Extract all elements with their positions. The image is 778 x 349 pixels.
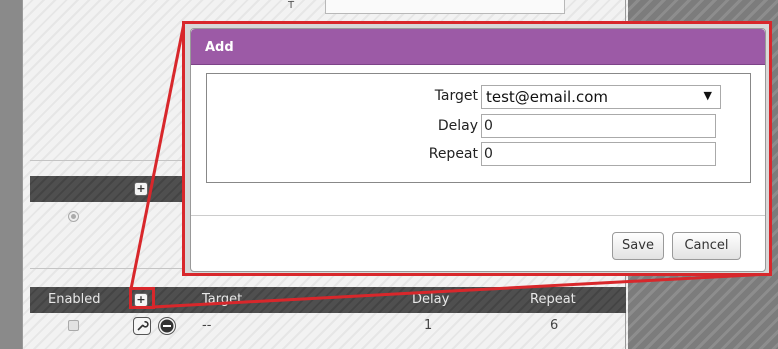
dialog-title: Add <box>205 40 234 55</box>
repeat-label: Repeat <box>428 146 478 162</box>
row-radio[interactable] <box>68 211 79 222</box>
add-dialog: Add Target test@email.com ▼ Delay Repeat… <box>190 28 766 272</box>
delay-input[interactable] <box>481 114 716 138</box>
left-gutter <box>0 0 22 349</box>
dialog-form: Target test@email.com ▼ Delay Repeat <box>206 73 751 183</box>
top-field-label: T <box>288 0 295 11</box>
minus-circle-icon[interactable] <box>158 317 176 335</box>
callout-highlight <box>129 287 155 309</box>
triangle-down-icon: ▼ <box>703 89 712 102</box>
row-target: -- <box>202 318 212 333</box>
cancel-button[interactable]: Cancel <box>672 232 741 260</box>
table-row: -- 1 6 <box>30 315 626 337</box>
wrench-icon[interactable] <box>133 317 151 335</box>
dialog-separator <box>191 215 765 216</box>
target-select[interactable]: test@email.com ▼ <box>481 85 721 109</box>
header-repeat: Repeat <box>530 292 576 307</box>
delay-label: Delay <box>437 118 478 134</box>
header-target: Target <box>202 292 243 307</box>
save-button[interactable]: Save <box>612 232 664 260</box>
target-label: Target <box>434 88 478 104</box>
header-delay: Delay <box>412 292 450 307</box>
table-header-bar: Enabled + Target Delay Repeat <box>30 287 626 313</box>
repeat-input[interactable] <box>481 142 716 166</box>
enabled-checkbox[interactable] <box>68 320 79 331</box>
row-repeat: 6 <box>550 318 559 333</box>
add-icon[interactable]: + <box>134 182 148 196</box>
target-select-value: test@email.com <box>486 88 608 106</box>
header-enabled: Enabled <box>48 292 101 307</box>
row-delay: 1 <box>424 318 433 333</box>
dialog-header: Add <box>191 29 765 65</box>
top-field[interactable] <box>325 0 565 14</box>
